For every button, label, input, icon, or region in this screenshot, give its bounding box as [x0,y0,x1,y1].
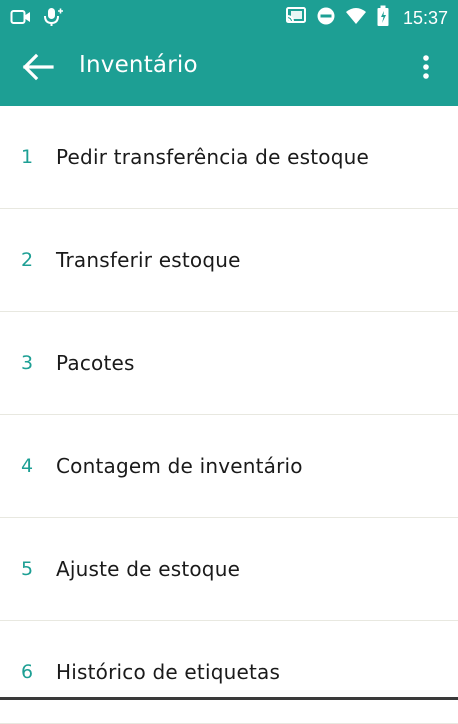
arrow-back-icon [22,53,54,85]
do-not-disturb-icon [316,6,336,30]
menu-item-stock-adjustment[interactable]: 5 Ajuste de estoque [0,518,458,621]
menu-item-number: 1 [21,146,34,168]
menu-item-number: 5 [21,558,34,580]
menu-item-stock-transfer-request[interactable]: 1 Pedir transferência de estoque [0,106,458,209]
menu-item-number: 3 [21,352,34,374]
menu-item-label: Pacotes [56,351,135,375]
menu-item-label-history[interactable]: 6 Histórico de etiquetas [0,621,458,724]
battery-icon [376,5,390,31]
menu-item-stock-transfer[interactable]: 2 Transferir estoque [0,209,458,312]
status-time: 15:37 [402,7,448,28]
menu-item-label: Pedir transferência de estoque [56,145,370,169]
page-title: Inventário [79,52,198,78]
menu-item-packages[interactable]: 3 Pacotes [0,312,458,415]
back-button[interactable] [18,51,58,87]
menu-item-number: 2 [21,249,34,271]
menu-item-label: Histórico de etiquetas [56,660,281,684]
menu-item-inventory-count[interactable]: 4 Contagem de inventário [0,415,458,518]
menu-item-number: 6 [21,661,34,683]
menu-item-label: Ajuste de estoque [56,557,241,581]
status-bar: 15:37 [0,0,458,32]
more-options-button[interactable] [414,51,438,87]
menu-item-number: 4 [21,455,34,477]
mic-icon [42,7,64,31]
app-bar: Inventário [0,32,458,106]
inventory-menu-list: 1 Pedir transferência de estoque 2 Trans… [0,106,458,724]
cast-icon [285,6,307,30]
menu-item-label: Transferir estoque [56,248,241,272]
wifi-icon [345,6,367,30]
menu-item-label: Contagem de inventário [56,454,303,478]
video-call-icon [10,8,32,30]
more-vert-icon [422,54,430,84]
